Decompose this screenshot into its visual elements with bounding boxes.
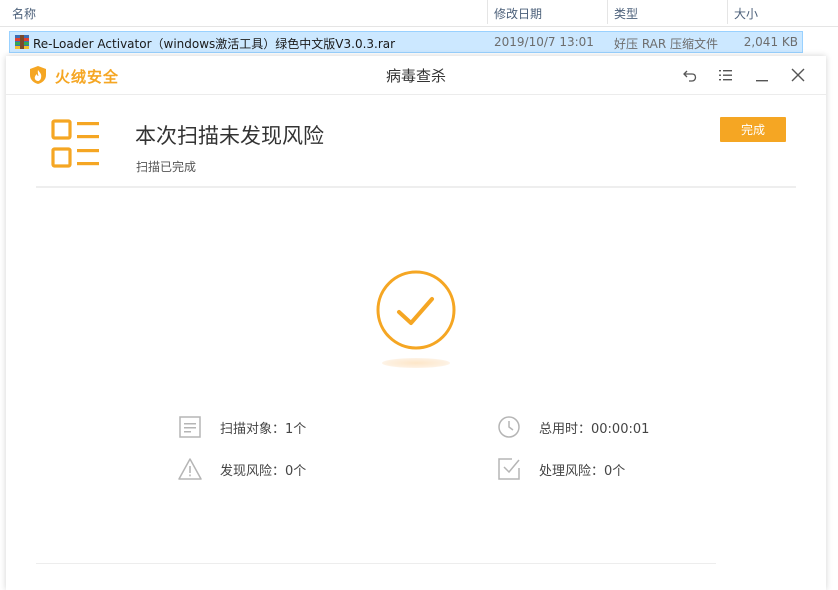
check-shadow — [382, 358, 450, 368]
file-row[interactable]: Re-Loader Activator（windows激活工具）绿色中文版V3.… — [9, 31, 803, 53]
file-name: Re-Loader Activator（windows激活工具）绿色中文版V3.… — [33, 37, 396, 51]
file-modified: 2019/10/7 13:01 — [494, 35, 594, 49]
header-divider — [36, 186, 796, 188]
clock-icon — [498, 416, 520, 438]
menu-button[interactable] — [714, 64, 736, 86]
back-icon — [683, 70, 697, 82]
risks-found-label: 发现风险：0个 — [220, 464, 307, 479]
file-type: 好压 RAR 压缩文件 — [614, 37, 719, 51]
checkmark-circle-icon — [376, 270, 456, 350]
scan-window: 火绒安全 病毒查杀 本次扫描未发现风险 扫描已完成 完成 扫描对象：1个 总用时… — [6, 56, 826, 590]
done-button[interactable]: 完成 — [720, 117, 786, 142]
risks-handled-label: 处理风险：0个 — [539, 464, 626, 479]
window-title: 病毒查杀 — [385, 67, 446, 85]
title-bar[interactable]: 火绒安全 病毒查杀 — [6, 56, 826, 95]
stat-scan-objects: 扫描对象：1个 — [178, 415, 398, 439]
success-check — [372, 266, 460, 370]
close-icon — [791, 68, 805, 82]
result-headline: 本次扫描未发现风险 — [135, 124, 324, 148]
checkbox-icon — [498, 458, 520, 480]
column-size[interactable]: 大小 — [734, 5, 758, 22]
file-size: 2,041 KB — [743, 35, 798, 49]
scan-report-icon — [51, 119, 99, 168]
column-header: 名称 修改日期 类型 大小 — [0, 0, 838, 27]
scan-objects-label: 扫描对象：1个 — [220, 422, 307, 437]
stat-time-used: 总用时：00:00:01 — [497, 415, 717, 439]
document-icon — [179, 416, 201, 438]
result-subline: 扫描已完成 — [136, 160, 197, 174]
stat-risks-handled: 处理风险：0个 — [497, 457, 717, 481]
rar-archive-icon — [15, 35, 29, 49]
minimize-button[interactable] — [751, 64, 773, 86]
column-modified[interactable]: 修改日期 — [494, 5, 542, 22]
column-name[interactable]: 名称 — [12, 5, 36, 22]
footer-divider — [36, 563, 716, 564]
close-button[interactable] — [787, 64, 809, 86]
column-type[interactable]: 类型 — [614, 5, 638, 22]
back-button[interactable] — [679, 64, 701, 86]
stat-risks-found: 发现风险：0个 — [178, 457, 398, 481]
minimize-icon — [756, 80, 768, 82]
warning-icon — [178, 458, 202, 480]
time-used-label: 总用时：00:00:01 — [539, 422, 650, 437]
menu-icon — [719, 70, 732, 81]
